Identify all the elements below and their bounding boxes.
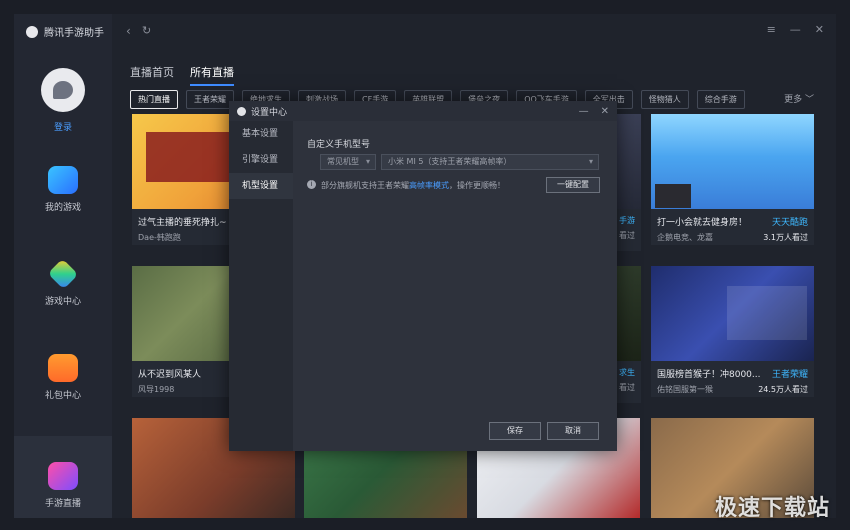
dialog-header: 设置中心 — ✕: [229, 101, 617, 121]
category-item[interactable]: 综合手游: [696, 90, 745, 109]
watermark: 极速下载站: [714, 496, 830, 521]
chevron-down-icon: ▾: [365, 157, 370, 166]
back-icon[interactable]: ‹: [126, 24, 131, 38]
category-item[interactable]: 王者荣耀: [186, 90, 234, 109]
card-viewers: 看过: [619, 231, 635, 240]
device-model-select[interactable]: 小米 MI 5（支持王者荣耀高帧率） ▾: [381, 154, 599, 170]
category-item[interactable]: 怪物猎人: [640, 90, 689, 109]
live-thumbnail[interactable]: [617, 266, 641, 361]
card-streamer: 佑铭国服第一猴: [657, 385, 713, 394]
select-value: 常见机型: [327, 157, 359, 166]
webcam-overlay: [655, 184, 691, 208]
avatar[interactable]: [41, 68, 85, 112]
select-value: 小米 MI 5（支持王者荣耀高帧率）: [388, 157, 512, 166]
save-button[interactable]: 保存: [489, 422, 541, 440]
menu-item-model-settings[interactable]: 机型设置: [229, 173, 293, 199]
close-icon[interactable]: ✕: [815, 23, 824, 36]
app-title: 腾讯手游助手: [44, 28, 104, 39]
app-brand: 腾讯手游助手: [26, 24, 104, 39]
category-hot[interactable]: 热门直播: [130, 90, 178, 109]
login-button[interactable]: 登录: [40, 68, 86, 133]
live-tabs: 直播首页 所有直播: [130, 64, 234, 86]
sidebar-item-game-center[interactable]: 游戏中心: [14, 258, 112, 307]
card-game-tag[interactable]: 王者荣耀: [772, 367, 808, 380]
settings-dialog: 设置中心 — ✕ 基本设置 引擎设置 机型设置 自定义手机型号 常见机型 ▾ 小…: [229, 101, 617, 451]
topbar: ‹ ↻ ≡ — ✕: [112, 14, 836, 48]
card-title: 过气主播的垂死挣扎~: [138, 218, 227, 228]
high-fps-note: 部分旗舰机支持王者荣耀高帧率模式，操作更顺畅！: [321, 180, 505, 191]
tab-live-home[interactable]: 直播首页: [130, 64, 174, 86]
sidebar-item-my-games[interactable]: 我的游戏: [14, 166, 112, 213]
sidebar-item-label: 我的游戏: [44, 203, 81, 213]
close-icon[interactable]: ✕: [601, 106, 609, 117]
sidebar-item-live[interactable]: 手游直播: [14, 436, 112, 518]
gift-icon: [48, 354, 78, 382]
card-title: 国服榜首猴子！冲8000...: [657, 370, 761, 380]
minimize-icon[interactable]: —: [790, 23, 801, 36]
live-card[interactable]: 国服榜首猴子！冲8000... 王者荣耀 佑铭国服第一猴 24.5万人看过: [651, 266, 814, 397]
sidebar-item-label: 手游直播: [44, 499, 81, 509]
sidebar-item-label: 礼包中心: [44, 391, 81, 401]
live-card-partial[interactable]: 手游 看过: [617, 114, 641, 251]
live-thumbnail[interactable]: [651, 114, 814, 209]
live-card-partial[interactable]: 求生 看过: [617, 266, 641, 403]
live-thumbnail[interactable]: [651, 266, 814, 361]
gamepad-icon: [48, 166, 78, 194]
thumbnail-banner: [727, 286, 807, 340]
minimize-icon[interactable]: —: [579, 106, 589, 117]
menu-item-basic-settings[interactable]: 基本设置: [229, 121, 293, 147]
card-streamer: 企鹅电竞、龙嘉: [657, 233, 713, 242]
live-card[interactable]: 打一小会就去健身房！ 天天酷跑 企鹅电竞、龙嘉 3.1万人看过: [651, 114, 814, 245]
device-type-select[interactable]: 常见机型 ▾: [320, 154, 376, 170]
dialog-title: 设置中心: [251, 107, 288, 118]
sidebar-item-gift-center[interactable]: 礼包中心: [14, 354, 112, 401]
cancel-button[interactable]: 取消: [547, 422, 599, 440]
card-viewers: 24.5万人看过: [758, 385, 808, 394]
more-categories-button[interactable]: 更多 ﹀: [784, 92, 814, 105]
card-game-tag[interactable]: 天天酷跑: [772, 215, 808, 228]
chevron-down-icon: ▾: [588, 157, 593, 166]
info-icon: i: [307, 180, 316, 189]
card-streamer: 风导1998: [138, 385, 175, 394]
card-title: 从不迟到风某人: [138, 370, 202, 380]
tab-all-live[interactable]: 所有直播: [190, 64, 234, 86]
high-fps-mode-link[interactable]: 高帧率模式: [409, 181, 449, 190]
card-viewers: 3.1万人看过: [763, 233, 808, 242]
note-suffix: ，操作更顺畅！: [449, 181, 505, 190]
card-streamer: Dae-韩跑跑: [138, 233, 181, 242]
login-label: 登录: [53, 123, 72, 133]
card-game-tag: 求生: [619, 368, 635, 377]
one-click-config-button[interactable]: 一键配置: [546, 177, 600, 193]
dialog-menu: 基本设置 引擎设置 机型设置: [229, 121, 293, 451]
live-thumbnail[interactable]: [617, 114, 641, 209]
sidebar-item-label: 游戏中心: [44, 297, 81, 307]
game-center-icon: [47, 258, 79, 290]
app-logo-icon: [237, 106, 246, 116]
note-prefix: 部分旗舰机支持王者荣耀: [321, 181, 409, 190]
app-logo-icon: [26, 25, 38, 38]
live-icon: [48, 462, 78, 490]
refresh-icon[interactable]: ↻: [142, 24, 151, 37]
section-title: 自定义手机型号: [307, 140, 371, 150]
menu-item-engine-settings[interactable]: 引擎设置: [229, 147, 293, 173]
sidebar: 腾讯手游助手 登录 我的游戏 游戏中心 礼包中心 手游直播: [14, 14, 112, 518]
dialog-content: 自定义手机型号 常见机型 ▾ 小米 MI 5（支持王者荣耀高帧率） ▾ i 部分…: [293, 121, 617, 451]
menu-icon[interactable]: ≡: [767, 23, 776, 36]
card-title: 打一小会就去健身房！: [657, 218, 748, 228]
thumbnail-banner: [146, 132, 236, 182]
card-viewers: 看过: [619, 383, 635, 392]
card-game-tag: 手游: [619, 216, 635, 225]
